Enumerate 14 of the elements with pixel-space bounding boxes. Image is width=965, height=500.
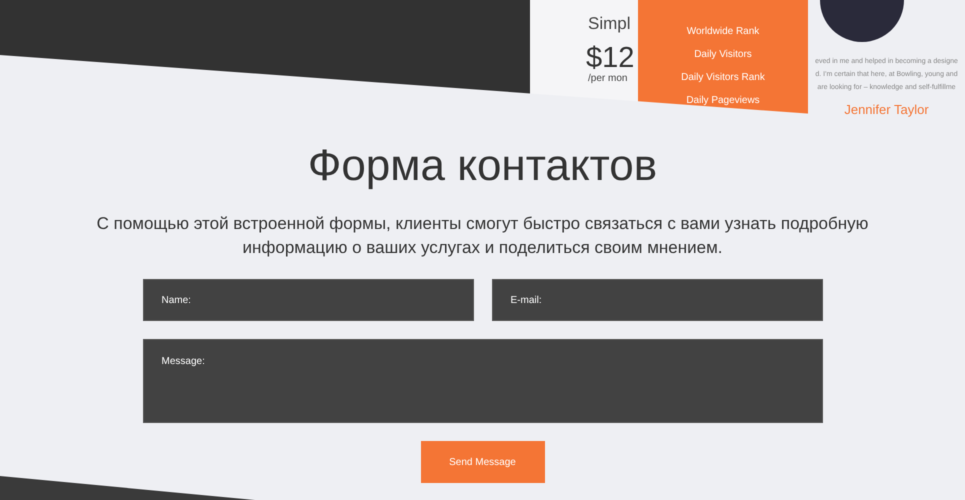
testimonial-author: Jennifer Taylor [844, 101, 929, 119]
feature-item: Daily Pageviews [686, 94, 760, 108]
send-message-button[interactable]: Send Message [420, 441, 544, 483]
plan-price: $12 [586, 41, 634, 74]
section-title: Форма контактов [308, 140, 658, 192]
name-field[interactable]: Name: [142, 279, 474, 321]
section-description: С помощью этой встроенной формы, клиенты смогут быстро связаться с вами узнать подробную информацию о ваших услугах и поделиться своим мнением. [96, 213, 870, 259]
message-field[interactable]: Message: [142, 339, 822, 423]
plan-period: /per mon [588, 72, 628, 86]
plan-title: Simpl [588, 13, 631, 35]
feature-item: Daily Visitors Rank [681, 71, 765, 85]
feature-item: Worldwide Rank [686, 25, 760, 39]
email-field[interactable]: E-mail: [492, 279, 822, 321]
feature-item: Daily Visitors [694, 48, 752, 62]
